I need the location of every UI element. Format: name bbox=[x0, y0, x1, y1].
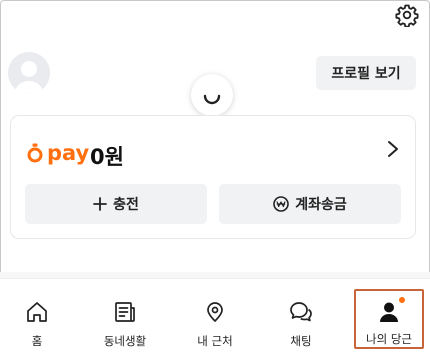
bottom-tab-bar: 홈 동네생활 내 근처 채팅 나의 당근 bbox=[0, 278, 430, 356]
tab-community-label: 동네생활 bbox=[103, 334, 147, 348]
bank-transfer-button[interactable]: 계좌송금 bbox=[219, 184, 401, 224]
tab-my-karrot-label: 나의 당근 bbox=[366, 332, 412, 346]
tab-chat[interactable]: 채팅 bbox=[266, 279, 336, 351]
tab-community[interactable]: 동네생활 bbox=[90, 279, 160, 351]
pay-card: pay 0원 충전 계좌송금 bbox=[10, 115, 416, 239]
settings-button[interactable] bbox=[394, 2, 420, 28]
tab-chat-label: 채팅 bbox=[290, 334, 312, 348]
tab-home[interactable]: 홈 bbox=[2, 279, 72, 351]
avatar[interactable] bbox=[8, 52, 50, 94]
chevron-right-icon bbox=[388, 141, 398, 157]
location-pin-icon bbox=[207, 302, 223, 322]
default-avatar-icon bbox=[8, 52, 50, 94]
plus-icon bbox=[93, 197, 108, 211]
pay-logo: pay bbox=[26, 141, 89, 165]
gear-icon bbox=[395, 4, 419, 27]
charge-button[interactable]: 충전 bbox=[25, 184, 207, 224]
won-icon bbox=[273, 196, 290, 212]
person-icon bbox=[380, 302, 398, 322]
community-icon bbox=[115, 302, 135, 322]
pay-balance: 0원 bbox=[90, 145, 124, 169]
tab-nearby-label: 내 근처 bbox=[197, 334, 233, 348]
tab-my-karrot[interactable]: 나의 당근 bbox=[354, 289, 424, 349]
view-profile-button[interactable]: 프로필 보기 bbox=[316, 56, 416, 90]
chat-icon bbox=[290, 302, 312, 322]
tab-nearby[interactable]: 내 근처 bbox=[180, 279, 250, 351]
home-icon bbox=[27, 302, 47, 322]
pay-brand-icon bbox=[27, 143, 43, 163]
loading-spinner bbox=[191, 74, 233, 116]
pay-brand-text: pay bbox=[47, 141, 90, 165]
tab-home-label: 홈 bbox=[31, 334, 43, 348]
spinner-icon bbox=[203, 94, 221, 105]
bank-transfer-label: 계좌송금 bbox=[295, 197, 347, 213]
pay-detail-link[interactable] bbox=[383, 138, 403, 160]
notification-dot bbox=[399, 297, 405, 303]
charge-button-label: 충전 bbox=[113, 197, 139, 213]
